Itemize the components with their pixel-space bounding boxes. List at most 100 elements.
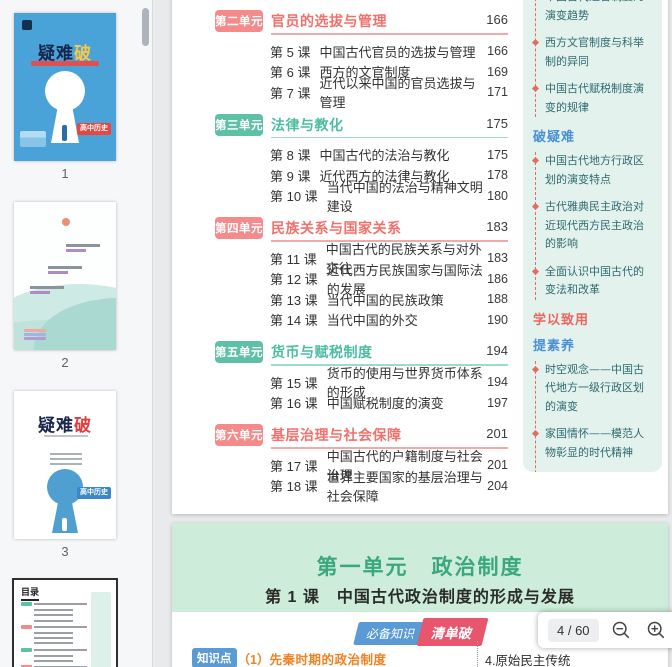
unit-page-number: 175 — [486, 116, 508, 131]
lesson-title: 中国古代的法治与教化 — [319, 145, 449, 164]
unit-badge: 第二单元 — [215, 10, 263, 32]
toc: 第二单元官员的选拔与管理166第 5 课中国古代官员的选拔与管理166第 6 课… — [215, 10, 508, 507]
toc-lesson-row: 第 8 课中国古代的法治与教化175 — [270, 145, 508, 166]
review-item: 古代雅典民主政治对近现代西方民主政治的影响 — [545, 198, 654, 254]
unit-badge: 第五单元 — [215, 341, 263, 363]
unit-underline — [271, 447, 508, 449]
page-thumbnail-1[interactable]: 疑难破 高中历史 — [14, 13, 116, 161]
page-thumbnail-2[interactable] — [14, 202, 116, 350]
pdf-toolbar: 4 / 60 ⋯ — [538, 612, 672, 648]
lesson-label: 第 12 课 — [270, 269, 318, 288]
unit-banner: 第一单元 政治制度 第 1 课 中国古代政治制度的形成与发展 — [172, 523, 668, 612]
toc-lesson-row: 第 14 课当代中国的外交190 — [270, 310, 508, 331]
lesson-title: 当代中国的法治与精神文明建设 — [327, 177, 487, 215]
document-view: 第二单元官员的选拔与管理166第 5 课中国古代官员的选拔与管理166第 6 课… — [154, 0, 672, 667]
unit-badge: 第六单元 — [215, 424, 263, 446]
lesson-label: 第 11 课 — [270, 249, 317, 268]
review-group-heading: 破疑难 — [533, 126, 654, 145]
review-group-heading: 提素养 — [533, 335, 654, 354]
toc-lesson-row: 第 15 课货币的使用与世界货币体系的形成194 — [270, 372, 508, 393]
zoom-out-button[interactable] — [608, 617, 634, 643]
subject-badge: 高中历史 — [77, 123, 111, 135]
review-group-heading: 学以致用 — [533, 309, 654, 328]
lesson-label: 第 10 课 — [270, 186, 318, 205]
review-item: 中国古代地方行政区划的演变特点 — [545, 152, 654, 189]
diamond-bullet-icon — [532, 267, 539, 274]
thumbnail-page-number: 2 — [14, 355, 116, 370]
lesson-title: 当代中国的民族政策 — [327, 290, 444, 309]
toc-unit-row: 第五单元货币与赋税制度194 — [215, 341, 508, 367]
unit-underline — [271, 33, 508, 35]
unit-underline — [271, 240, 508, 242]
page-thumbnail-4-current[interactable]: 目录 — [14, 580, 116, 667]
toc-unit-section: 第五单元货币与赋税制度194 第 15 课货币的使用与世界货币体系的形成194第 … — [215, 341, 508, 413]
review-group: 中国古代选官制度的演变趋势西方文官制度与科举制的异同中国古代赋税制度演变的规律 — [533, 0, 654, 117]
lesson-page-number: 171 — [487, 85, 508, 99]
lesson-page-number: 188 — [487, 292, 508, 306]
cover-illustration — [20, 131, 46, 147]
unit-page-number: 201 — [486, 426, 508, 441]
lesson-heading: 第 1 课 中国古代政治制度的形成与发展 — [172, 583, 668, 607]
unit-title: 官员的选拔与管理 — [271, 11, 387, 31]
cover-tagline-bar — [31, 61, 99, 66]
toc-unit-row: 第六单元基层治理与社会保障201 — [215, 424, 508, 450]
cover-title: 疑难破 — [14, 411, 116, 436]
lesson-label: 第 14 课 — [270, 310, 318, 329]
toc-lesson-row: 第 5 课中国古代官员的选拔与管理 166 — [270, 41, 508, 62]
review-column: 中国古代选官制度的演变趋势西方文官制度与科举制的异同中国古代赋税制度演变的规律破… — [523, 0, 662, 472]
lesson-title: 当代中国的外交 — [327, 310, 418, 329]
review-group: 学以致用 — [533, 309, 654, 328]
lesson-page-number: 197 — [487, 396, 508, 410]
toc-unit-row: 第二单元官员的选拔与管理 166 — [215, 10, 508, 36]
unit-underline — [271, 137, 508, 139]
lesson-label: 第 8 课 — [270, 145, 310, 164]
mini-toc-rows — [21, 602, 87, 667]
diamond-bullet-icon — [532, 365, 539, 372]
zoom-out-icon — [611, 620, 631, 640]
content-list-item: 4.原始民主传统 — [485, 650, 570, 667]
lesson-title: 中国赋税制度的演变 — [327, 393, 444, 412]
publisher-logo — [22, 20, 32, 30]
lesson-page-number: 178 — [487, 168, 508, 182]
unit-title: 民族关系与国家关系 — [271, 218, 402, 238]
unit-page-number: 166 — [486, 12, 508, 27]
lesson-page-number: 166 — [487, 44, 508, 58]
sun-graphic — [62, 218, 70, 226]
lesson-label: 第 5 课 — [270, 42, 310, 61]
pdf-page-toc: 第二单元官员的选拔与管理166第 5 课中国古代官员的选拔与管理166第 6 课… — [172, 0, 668, 514]
unit-heading: 第一单元 政治制度 — [172, 551, 668, 581]
lesson-title: 近代以来中国的官员选拔与管理 — [319, 73, 487, 111]
sidebar-scrollbar-thumb[interactable] — [142, 8, 149, 46]
lesson-page-number: 180 — [487, 189, 508, 203]
lesson-label: 第 18 课 — [270, 476, 318, 495]
review-item: 家国情怀——模范人物彰显的时代精神 — [545, 425, 654, 462]
thumbnail-page-number: 1 — [14, 166, 116, 181]
unit-title: 货币与赋税制度 — [271, 342, 373, 362]
thumbnail-page-number: 3 — [14, 544, 116, 559]
lesson-label: 第 17 课 — [270, 456, 318, 475]
review-item: 中国古代选官制度的演变趋势 — [545, 0, 654, 25]
unit-title: 法律与教化 — [271, 115, 344, 135]
unit-badge: 第三单元 — [215, 114, 263, 136]
knowledge-point-number: （1） — [238, 649, 270, 667]
page-indicator: 4 / 60 — [548, 619, 599, 642]
lesson-title: 世界主要国家的基层治理与社会保障 — [327, 467, 487, 505]
toc-lesson-row: 第 7 课近代以来中国的官员选拔与管理171 — [270, 82, 508, 103]
subject-badge: 高中历史 — [77, 487, 111, 499]
lesson-label: 第 9 课 — [270, 166, 310, 185]
thumbnail-slot-3: 疑难破 高中历史 3 — [14, 391, 116, 559]
review-group: 破疑难中国古代地方行政区划的演变特点古代雅典民主政治对近现代西方民主政治的影响全… — [533, 126, 654, 300]
sidebar-scrollbar[interactable] — [142, 0, 150, 667]
lesson-label: 第 16 课 — [270, 393, 318, 412]
book-stack-graphic — [24, 328, 46, 340]
diamond-bullet-icon — [532, 203, 539, 210]
pdf-viewer-window: 疑难破 高中历史 1 — [0, 0, 672, 667]
zoom-in-button[interactable] — [643, 617, 669, 643]
page-thumbnail-3[interactable]: 疑难破 高中历史 — [14, 391, 116, 539]
toc-unit-row: 第四单元民族关系与国家关系183 — [215, 217, 508, 243]
lesson-title: 中国古代官员的选拔与管理 — [319, 42, 475, 61]
toc-lesson-row: 第 10 课当代中国的法治与精神文明建设180 — [270, 186, 508, 207]
toc-lesson-row: 第 18 课世界主要国家的基层治理与社会保障204 — [270, 476, 508, 497]
thumbnail-slot-2: 2 — [14, 202, 116, 370]
thumbnail-slot-4: 目录 — [14, 580, 116, 667]
